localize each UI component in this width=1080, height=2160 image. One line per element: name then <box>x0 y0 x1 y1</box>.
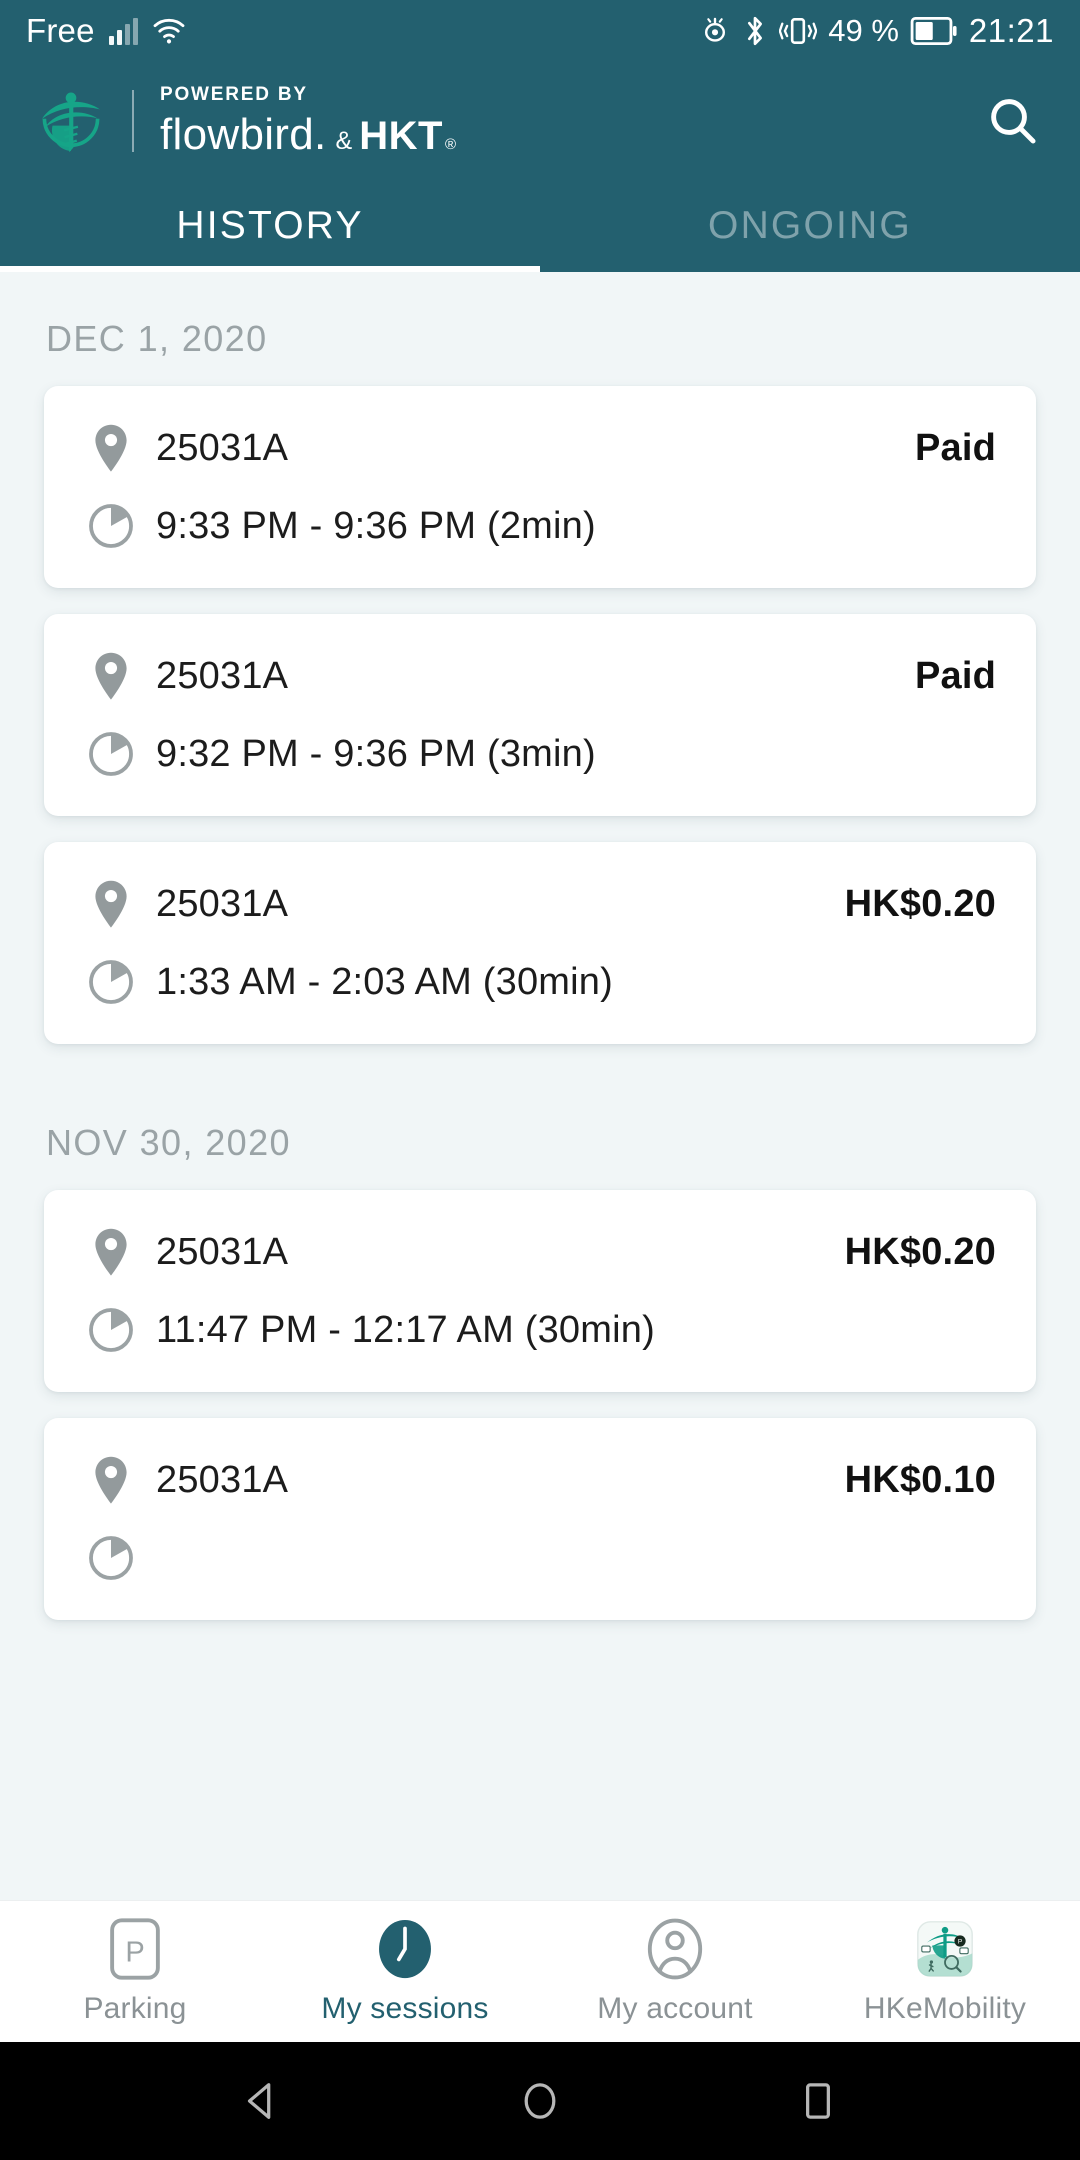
user-circle-icon <box>646 1918 704 1980</box>
session-card[interactable]: 25031A HK$0.20 1:33 AM - 2:03 AM (30min) <box>44 842 1036 1044</box>
clock-pie-icon <box>84 1534 138 1582</box>
search-icon[interactable] <box>976 84 1050 158</box>
session-time-row: 11:47 PM - 12:17 AM (30min) <box>84 1306 996 1354</box>
session-time-row: 9:33 PM - 9:36 PM (2min) <box>84 502 996 550</box>
session-location-row: 25031A Paid <box>84 422 996 474</box>
brand-lockup: POWERED BY flowbird. & HKT ® <box>34 84 456 158</box>
session-card[interactable]: 25031A HK$0.20 11:47 PM - 12:17 AM (30mi… <box>44 1190 1036 1392</box>
hkt-wordmark: HKT <box>359 114 443 158</box>
clock-pie-icon <box>84 730 138 778</box>
session-zone: 25031A <box>156 654 289 697</box>
clock-filled-icon <box>375 1918 435 1980</box>
session-amount: Paid <box>914 654 996 697</box>
session-amount: HK$0.20 <box>844 1230 996 1273</box>
session-zone: 25031A <box>156 1230 289 1273</box>
session-zone: 25031A <box>156 426 289 469</box>
nav-label-my-sessions: My sessions <box>321 1991 489 2025</box>
session-list[interactable]: DEC 1, 2020 25031A Paid 9:33 PM - 9:36 P… <box>0 272 1080 1900</box>
flowbird-wordmark: flowbird. <box>160 110 327 159</box>
location-pin-icon <box>84 650 138 702</box>
location-pin-icon <box>84 1226 138 1278</box>
nav-item-hkemobility[interactable]: P HKeMobility <box>810 1918 1080 2026</box>
tab-history[interactable]: HISTORY <box>0 180 540 272</box>
status-bar-left: Free <box>26 12 186 50</box>
status-clock: 21:21 <box>968 12 1054 49</box>
bluetooth-icon <box>742 14 768 48</box>
svg-text:P: P <box>125 1936 144 1968</box>
location-pin-icon <box>84 422 138 474</box>
wifi-icon <box>152 17 186 45</box>
nav-item-my-sessions[interactable]: My sessions <box>270 1918 540 2026</box>
brand-divider <box>132 90 134 152</box>
session-amount: Paid <box>914 426 996 469</box>
nav-label-parking: Parking <box>83 1991 187 2025</box>
session-time-row: 9:32 PM - 9:36 PM (3min) <box>84 730 996 778</box>
eye-care-icon <box>699 15 731 47</box>
vibrate-icon <box>778 15 818 47</box>
session-zone: 25031A <box>156 882 289 925</box>
session-amount: HK$0.20 <box>844 882 996 925</box>
session-amount: HK$0.10 <box>844 1458 996 1501</box>
session-time-row <box>84 1534 996 1582</box>
location-pin-icon <box>84 1454 138 1506</box>
tab-ongoing[interactable]: ONGOING <box>540 180 1080 272</box>
parking-p-icon: P <box>109 1917 161 1980</box>
session-card[interactable]: 25031A Paid 9:32 PM - 9:36 PM (3min) <box>44 614 1036 816</box>
powered-by-label: POWERED BY <box>160 84 308 105</box>
session-time-row: 1:33 AM - 2:03 AM (30min) <box>84 958 996 1006</box>
status-bar-right: 49 % 21:21 <box>699 12 1054 50</box>
bottom-navigation: P Parking My sessions My account P HKeMo… <box>0 1900 1080 2042</box>
flowbird-logo-icon <box>34 84 108 158</box>
svg-text:P: P <box>958 1938 962 1945</box>
location-pin-icon <box>84 878 138 930</box>
session-time: 9:33 PM - 9:36 PM (2min) <box>156 504 596 547</box>
recents-square-icon[interactable] <box>783 2066 853 2136</box>
status-bar: Free 49 % 21:21 <box>0 0 1080 62</box>
hkemobility-app-icon: P <box>916 1918 974 1980</box>
session-time: 9:32 PM - 9:36 PM (3min) <box>156 732 596 775</box>
phone-screen: Free 49 % 21:21 POWERED BY flowbird. & H… <box>0 0 1080 2160</box>
nav-item-my-account[interactable]: My account <box>540 1918 810 2026</box>
clock-pie-icon <box>84 958 138 1006</box>
battery-icon <box>910 16 958 46</box>
session-card[interactable]: 25031A HK$0.10 <box>44 1418 1036 1620</box>
session-zone: 25031A <box>156 1458 289 1501</box>
nav-item-parking[interactable]: P Parking <box>0 1917 270 2026</box>
session-location-row: 25031A Paid <box>84 650 996 702</box>
registered-mark: ® <box>444 136 457 153</box>
nav-label-my-account: My account <box>597 1991 753 2025</box>
tab-bar: HISTORY ONGOING <box>0 180 1080 272</box>
signal-icon <box>108 17 138 45</box>
clock-pie-icon <box>84 1306 138 1354</box>
nav-label-hkemobility: HKeMobility <box>863 1991 1027 2025</box>
brand-text: POWERED BY flowbird. & HKT ® <box>160 85 456 157</box>
clock-pie-icon <box>84 502 138 550</box>
carrier-label: Free <box>26 12 95 49</box>
home-circle-icon[interactable] <box>505 2066 575 2136</box>
session-location-row: 25031A HK$0.20 <box>84 1226 996 1278</box>
session-time: 11:47 PM - 12:17 AM (30min) <box>156 1308 655 1351</box>
android-navigation-bar <box>0 2042 1080 2160</box>
back-triangle-icon[interactable] <box>227 2066 297 2136</box>
session-card[interactable]: 25031A Paid 9:33 PM - 9:36 PM (2min) <box>44 386 1036 588</box>
ampersand-label: & <box>335 127 353 155</box>
app-bar: POWERED BY flowbird. & HKT ® <box>0 62 1080 180</box>
wordmark: flowbird. & HKT ® <box>160 113 456 157</box>
date-header-dec-1: DEC 1, 2020 <box>46 318 268 359</box>
session-time: 1:33 AM - 2:03 AM (30min) <box>156 960 613 1003</box>
session-location-row: 25031A HK$0.10 <box>84 1454 996 1506</box>
session-location-row: 25031A HK$0.20 <box>84 878 996 930</box>
date-header-nov-30: NOV 30, 2020 <box>46 1122 291 1163</box>
battery-percent-label: 49 % <box>828 13 899 48</box>
